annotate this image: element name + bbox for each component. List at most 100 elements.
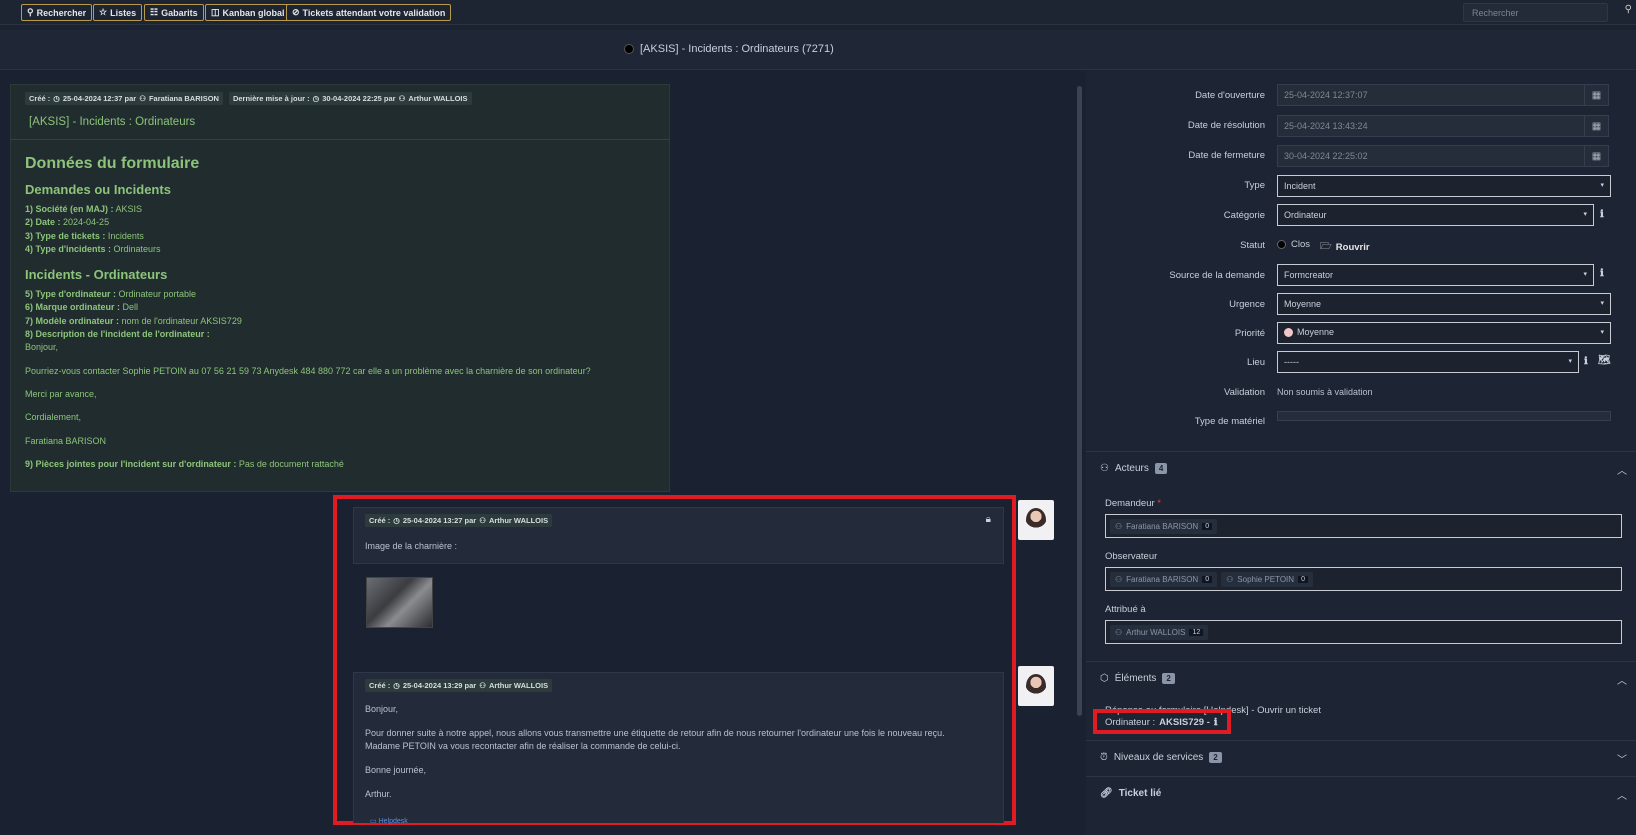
created-pill: Créé : ◷ 25-04-2024 13:29 par ⚇ Arthur W… bbox=[365, 679, 553, 692]
form-content: Données du formulaire Demandes ou Incide… bbox=[25, 155, 665, 471]
chevron-down-icon[interactable]: ﹀ bbox=[1617, 751, 1627, 766]
folder-open-icon: 🗁︎ bbox=[1320, 241, 1332, 252]
field-line: 8) Description de l'incident de l'ordina… bbox=[25, 329, 210, 340]
hinge-image-thumbnail[interactable] bbox=[366, 577, 433, 628]
body-line: Cordialement, bbox=[25, 412, 82, 423]
lists-button[interactable]: ☆ Listes bbox=[93, 4, 143, 21]
chevron-up-icon[interactable]: ︿ bbox=[1617, 787, 1627, 802]
status-closed-icon bbox=[624, 44, 634, 54]
body-line: Merci par avance, bbox=[25, 388, 97, 399]
search-icon[interactable]: ⚲ bbox=[1625, 4, 1632, 15]
info-icon[interactable]: ℹ bbox=[1600, 268, 1604, 279]
avatar bbox=[1018, 500, 1054, 540]
body-line: Pourriez-vous contacter Sophie PETOIN au… bbox=[25, 365, 591, 376]
field-label: Type bbox=[1244, 180, 1265, 191]
linked-ticket-header[interactable]: 🔗︎ Ticket lié bbox=[1100, 788, 1161, 799]
chevron-down-icon: ▾ bbox=[1583, 211, 1587, 218]
source-icon: ▭ bbox=[370, 818, 377, 825]
followup-text: Bonjour, bbox=[365, 704, 399, 714]
calendar-icon[interactable]: ▦ bbox=[1584, 115, 1609, 137]
chevron-down-icon: ▾ bbox=[1583, 271, 1587, 278]
info-icon[interactable]: ℹ bbox=[1600, 209, 1604, 220]
top-toolbar: ⚲ Rechercher ☆ Listes ☷ Gabarits ◫ Kanban gl… bbox=[0, 0, 1636, 25]
chevron-up-icon[interactable]: ︿ bbox=[1617, 462, 1627, 477]
actors-header[interactable]: ⚇ Acteurs 4 bbox=[1100, 463, 1168, 474]
elements-header[interactable]: ⬡ Éléments 2 bbox=[1100, 673, 1175, 684]
author-link[interactable]: Arthur WALLOIS bbox=[489, 681, 548, 690]
calendar-icon[interactable]: ▦ bbox=[1584, 145, 1609, 167]
field-label: Type de matériel bbox=[1194, 416, 1265, 427]
closing-date-field[interactable]: 30-04-2024 22:25:02 bbox=[1277, 145, 1585, 167]
user-icon: ⚇ bbox=[139, 94, 146, 103]
observer-label: Observateur bbox=[1105, 551, 1158, 562]
chevron-down-icon: ▾ bbox=[1600, 300, 1604, 307]
requester-label: Demandeur * bbox=[1105, 498, 1161, 509]
actor-chip[interactable]: ⚇ Arthur WALLOIS 12 bbox=[1110, 624, 1209, 640]
info-icon[interactable]: ℹ bbox=[1584, 356, 1588, 367]
clock-icon: ◷ bbox=[393, 516, 400, 525]
calendar-icon[interactable]: ▦ bbox=[1584, 84, 1609, 106]
sla-header[interactable]: ⏰︎ Niveaux de services 2 bbox=[1100, 752, 1222, 763]
field-line: 5) Type d'ordinateur : Ordinateur portab… bbox=[25, 289, 197, 300]
star-icon: ☆ bbox=[99, 7, 108, 17]
author-link[interactable]: Arthur WALLOIS bbox=[489, 516, 548, 525]
followup-text: Bonne journée, bbox=[365, 765, 427, 775]
map-icon[interactable]: 🗺︎ bbox=[1598, 355, 1611, 366]
field-label: Date de résolution bbox=[1187, 120, 1265, 131]
eye-check-icon: ⊘ bbox=[292, 7, 300, 17]
computer-element[interactable]: Ordinateur : AKSIS729 -ℹ bbox=[1105, 717, 1217, 728]
chevron-down-icon: ▾ bbox=[1600, 329, 1604, 336]
type-select[interactable]: Incident ▾ bbox=[1277, 175, 1611, 197]
body-line: Faratiana BARISON bbox=[25, 435, 107, 446]
updated-by-link[interactable]: Arthur WALLOIS bbox=[408, 94, 467, 103]
search-icon: ⚲ bbox=[27, 7, 34, 17]
urgency-select[interactable]: Moyenne ▾ bbox=[1277, 293, 1611, 315]
body-line: Bonjour, bbox=[25, 342, 59, 353]
alarm-icon: ⏰︎ bbox=[1100, 752, 1108, 763]
clock-icon: ◷ bbox=[53, 94, 60, 103]
field-label: Urgence bbox=[1229, 299, 1265, 310]
global-search-input[interactable]: Rechercher bbox=[1463, 3, 1608, 22]
user-icon: ⚇ bbox=[1226, 574, 1234, 584]
validation-tickets-button[interactable]: ⊘ Tickets attendant votre validation bbox=[286, 4, 452, 21]
request-source-select[interactable]: Formcreator ▾ bbox=[1277, 264, 1594, 286]
info-icon: ℹ bbox=[1213, 717, 1218, 728]
material-type-field[interactable] bbox=[1277, 411, 1611, 421]
field-label: Source de la demande bbox=[1169, 270, 1265, 281]
avatar bbox=[1018, 666, 1054, 706]
field-label: Statut bbox=[1240, 240, 1265, 251]
templates-button[interactable]: ☷ Gabarits bbox=[144, 4, 204, 21]
location-select[interactable]: ----- ▾ bbox=[1277, 351, 1579, 373]
main-item-card: Créé : ◷ 25-04-2024 12:37 par ⚇ Faratian… bbox=[10, 84, 670, 492]
actor-chip[interactable]: ⚇ Faratiana BARISON 0 bbox=[1110, 571, 1218, 587]
divider bbox=[1086, 661, 1636, 662]
chevron-down-icon: ▾ bbox=[1568, 358, 1572, 365]
category-select[interactable]: Ordinateur ▾ bbox=[1277, 204, 1594, 226]
template-icon: ☷ bbox=[150, 7, 159, 17]
field-label: Validation bbox=[1223, 387, 1265, 398]
opening-date-field[interactable]: 25-04-2024 12:37:07 bbox=[1277, 84, 1585, 106]
field-label: Priorité bbox=[1234, 328, 1265, 339]
section-heading: Incidents - Ordinateurs bbox=[25, 267, 168, 283]
timeline-scrollbar[interactable] bbox=[1077, 86, 1082, 716]
assigned-field[interactable]: ⚇ Arthur WALLOIS 12 bbox=[1105, 620, 1622, 644]
actor-chip[interactable]: ⚇ Faratiana BARISON 0 bbox=[1110, 518, 1218, 534]
clock-icon: ◷ bbox=[312, 94, 320, 103]
resolution-date-field[interactable]: 25-04-2024 13:43:24 bbox=[1277, 115, 1585, 137]
requester-field[interactable]: ⚇ Faratiana BARISON 0 bbox=[1105, 514, 1622, 538]
search-button[interactable]: ⚲ Rechercher bbox=[21, 4, 93, 21]
field-label: Lieu bbox=[1247, 357, 1265, 368]
priority-select[interactable]: Moyenne ▾ bbox=[1277, 322, 1611, 344]
actor-chip[interactable]: ⚇ Sophie PETOIN 0 bbox=[1221, 571, 1313, 587]
section-heading: Demandes ou Incidents bbox=[25, 182, 171, 197]
field-line: 6) Marque ordinateur : Dell bbox=[25, 302, 139, 313]
chevron-up-icon[interactable]: ︿ bbox=[1617, 672, 1627, 687]
observer-field[interactable]: ⚇ Faratiana BARISON 0 ⚇ Sophie PETOIN 0 bbox=[1105, 567, 1622, 591]
field-line: 1) Société (en MAJ) : AKSIS bbox=[25, 204, 143, 214]
followup-text: Arthur. bbox=[365, 789, 392, 799]
created-by-link[interactable]: Faratiana BARISON bbox=[149, 94, 219, 103]
field-line: 3) Type de tickets : Incidents bbox=[25, 230, 144, 241]
kanban-button[interactable]: ◫ Kanban global bbox=[205, 4, 291, 21]
reopen-button[interactable]: 🗁︎ Rouvrir bbox=[1320, 239, 1370, 255]
followup-text: Image de la charnière : bbox=[365, 541, 458, 551]
